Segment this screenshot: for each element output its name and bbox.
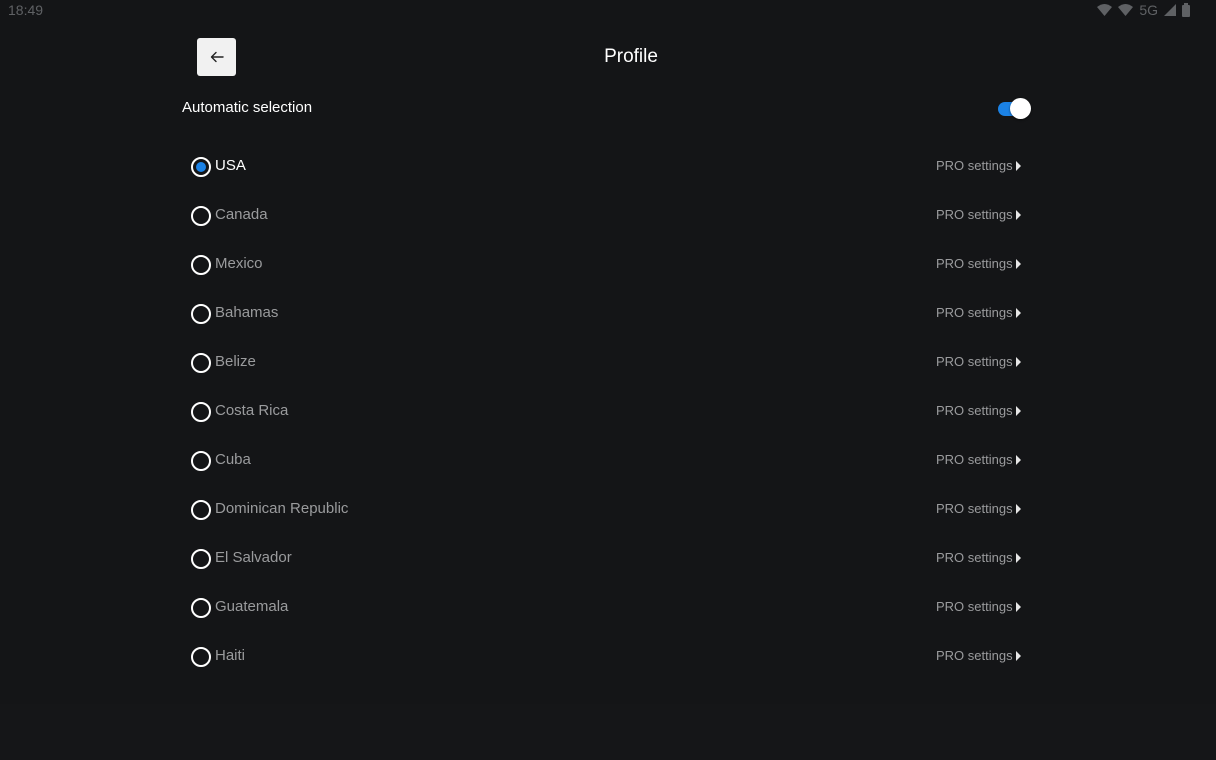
status-time: 18:49 [8,2,44,18]
pro-settings-label: PRO settings [936,158,1013,173]
battery-icon [1182,3,1190,17]
radio-button[interactable] [191,549,211,569]
caret-right-icon [1015,552,1021,563]
caret-right-icon [1015,601,1021,612]
pro-settings-label: PRO settings [936,599,1013,614]
caret-right-icon [1015,307,1021,318]
country-name: Dominican Republic [215,500,349,517]
radio-button[interactable] [191,304,211,324]
pro-settings-label: PRO settings [936,305,1013,320]
wifi-icon [1097,4,1113,16]
page-title: Profile [604,46,658,67]
pro-settings-label: PRO settings [936,550,1013,565]
caret-right-icon [1015,258,1021,269]
country-name: Mexico [215,255,263,272]
toggle-thumb [1010,98,1031,119]
wifi-icon [1118,4,1134,16]
caret-right-icon [1015,503,1021,514]
automatic-selection-row: Automatic selection [182,98,1032,120]
country-name: El Salvador [215,549,292,566]
country-row[interactable]: Costa Rica PRO settings [190,387,1030,436]
status-bar: 18:49 5G [0,0,1216,22]
caret-right-icon [1015,454,1021,465]
pro-settings-label: PRO settings [936,354,1013,369]
pro-settings-label: PRO settings [936,207,1013,222]
radio-dot [196,162,206,172]
pro-settings-link[interactable]: PRO settings [936,305,1021,320]
navigation-bar [0,704,1216,760]
pro-settings-label: PRO settings [936,452,1013,467]
radio-button[interactable] [191,402,211,422]
country-row[interactable]: Dominican Republic PRO settings [190,485,1030,534]
country-row[interactable]: Bahamas PRO settings [190,289,1030,338]
caret-right-icon [1015,209,1021,220]
pro-settings-link[interactable]: PRO settings [936,648,1021,663]
country-row[interactable]: Haiti PRO settings [190,632,1030,681]
radio-button[interactable] [191,255,211,275]
caret-right-icon [1015,160,1021,171]
network-type-label: 5G [1139,2,1158,18]
profile-screen: 18:49 5G Profile Automatic selection USA… [0,0,1216,760]
country-name: Belize [215,353,256,370]
radio-button[interactable] [191,206,211,226]
pro-settings-link[interactable]: PRO settings [936,354,1021,369]
country-name: Guatemala [215,598,289,615]
pro-settings-label: PRO settings [936,501,1013,516]
country-name: Haiti [215,647,246,664]
pro-settings-label: PRO settings [936,403,1013,418]
country-row[interactable]: Belize PRO settings [190,338,1030,387]
country-row[interactable]: Mexico PRO settings [190,240,1030,289]
pro-settings-link[interactable]: PRO settings [936,452,1021,467]
pro-settings-link[interactable]: PRO settings [936,599,1021,614]
status-icons: 5G [1097,2,1190,18]
pro-settings-link[interactable]: PRO settings [936,550,1021,565]
country-row[interactable]: Guatemala PRO settings [190,583,1030,632]
pro-settings-link[interactable]: PRO settings [936,207,1021,222]
country-row[interactable]: El Salvador PRO settings [190,534,1030,583]
radio-button[interactable] [191,353,211,373]
country-name: Cuba [215,451,251,468]
country-name: Canada [215,206,268,223]
caret-right-icon [1015,405,1021,416]
pro-settings-link[interactable]: PRO settings [936,158,1021,173]
radio-button[interactable] [191,598,211,618]
radio-button[interactable] [191,500,211,520]
country-list: USA PRO settings Canada PRO settings Mexico P… [190,142,1030,681]
country-row[interactable]: Canada PRO settings [190,191,1030,240]
country-name: Costa Rica [215,402,289,419]
caret-right-icon [1015,650,1021,661]
country-row[interactable]: USA PRO settings [190,142,1030,191]
country-name: USA [215,157,246,174]
radio-button-checked[interactable] [191,157,211,177]
cell-signal-icon [1164,4,1176,16]
pro-settings-label: PRO settings [936,256,1013,271]
pro-settings-label: PRO settings [936,648,1013,663]
automatic-selection-label: Automatic selection [182,99,313,116]
radio-button[interactable] [191,451,211,471]
pro-settings-link[interactable]: PRO settings [936,501,1021,516]
country-name: Bahamas [215,304,279,321]
country-row[interactable]: Cuba PRO settings [190,436,1030,485]
radio-button[interactable] [191,647,211,667]
automatic-selection-toggle[interactable] [998,98,1032,120]
pro-settings-link[interactable]: PRO settings [936,403,1021,418]
caret-right-icon [1015,356,1021,367]
pro-settings-link[interactable]: PRO settings [936,256,1021,271]
